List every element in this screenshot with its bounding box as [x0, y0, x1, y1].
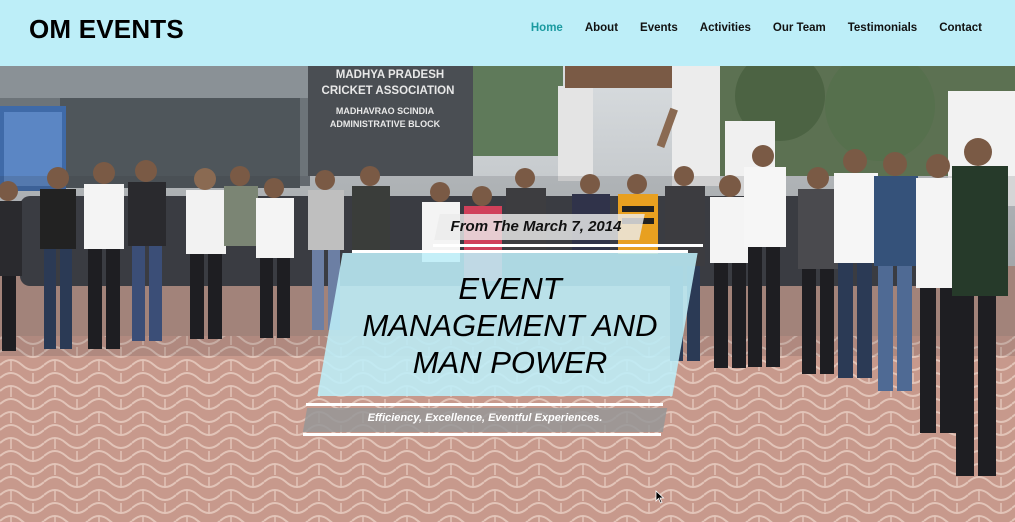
hero-title: EVENT MANAGEMENT AND MAN POWER	[330, 270, 690, 381]
hero-tagline: Efficiency, Excellence, Eventful Experie…	[367, 412, 603, 424]
main-nav: Home About Events Activities Our Team Te…	[509, 22, 982, 34]
sign-line-1: MADHYA PRADESH	[336, 69, 444, 81]
nav-activities[interactable]: Activities	[700, 22, 751, 34]
nav-contact[interactable]: Contact	[939, 22, 982, 34]
hero-title-line-1: EVENT	[458, 271, 562, 306]
since-date-text: From The March 7, 2014	[450, 218, 622, 235]
nav-home[interactable]: Home	[531, 22, 563, 34]
mouse-cursor-icon	[655, 490, 665, 504]
divider-line-bottom	[303, 433, 661, 436]
nav-testimonials[interactable]: Testimonials	[848, 22, 917, 34]
nav-events[interactable]: Events	[640, 22, 678, 34]
sign-line-3: MADHAVRAO SCINDIA	[336, 106, 435, 116]
sign-line-2: CRICKET ASSOCIATION	[322, 85, 455, 97]
nav-our-team[interactable]: Our Team	[773, 22, 826, 34]
divider-line-top	[433, 244, 703, 247]
nav-about[interactable]: About	[585, 22, 618, 34]
hero-title-line-2: MANAGEMENT AND	[362, 308, 658, 343]
brand-logo-text[interactable]: OM EVENTS	[29, 14, 184, 45]
divider-line-lower	[306, 403, 663, 406]
sign-line-4: ADMINISTRATIVE BLOCK	[330, 119, 441, 129]
hero-title-line-3: MAN POWER	[412, 345, 608, 380]
site-header: OM EVENTS Home About Events Activities O…	[0, 0, 1015, 66]
